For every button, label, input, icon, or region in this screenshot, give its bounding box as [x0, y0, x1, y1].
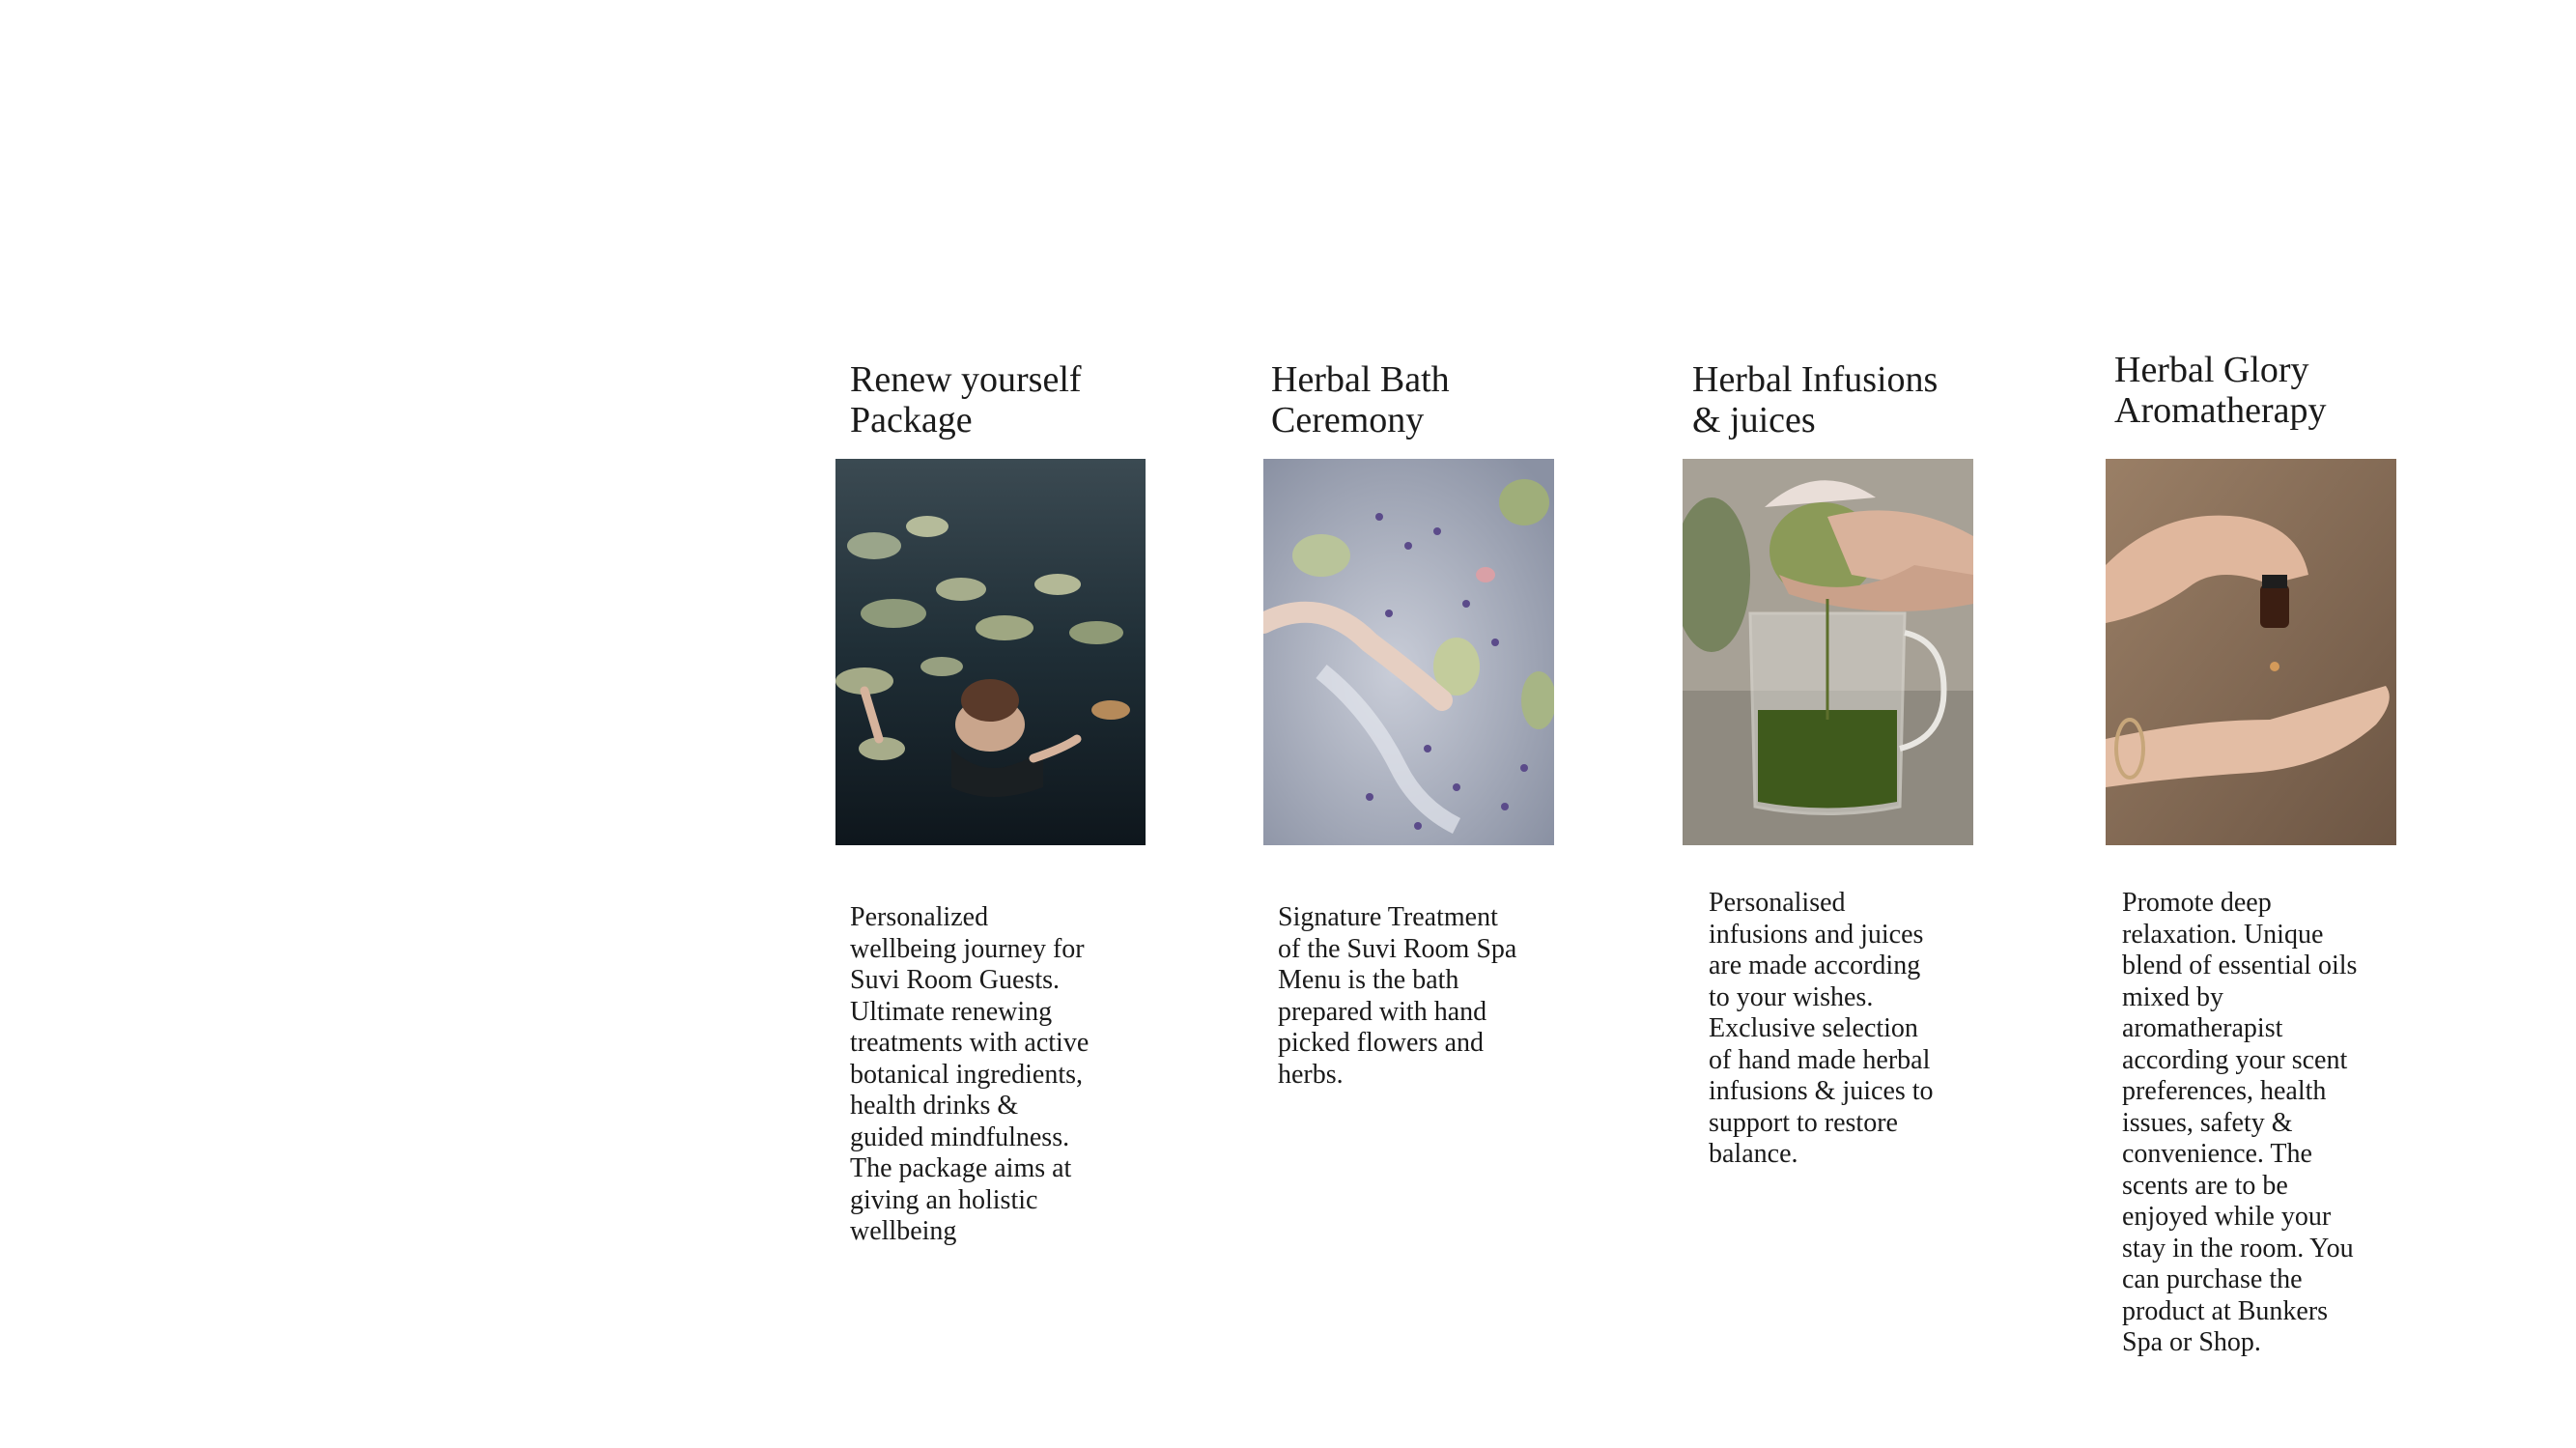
- card-title-herbal-glory: Herbal Glory Aromatherapy: [2114, 350, 2327, 431]
- card-image-renew-package[interactable]: [835, 459, 1146, 845]
- card-title-herbal-infusions: Herbal Infusions & juices: [1692, 359, 1939, 440]
- card-image-herbal-glory[interactable]: [2106, 459, 2396, 845]
- card-description-herbal-bath: Signature Treatment of the Suvi Room Spa…: [1278, 902, 1517, 1090]
- treatments-page: Renew yourself Package Personalized well…: [0, 0, 2576, 1448]
- card-image-herbal-bath[interactable]: [1263, 459, 1554, 845]
- card-title-renew-package: Renew yourself Package: [850, 359, 1082, 440]
- card-image-herbal-infusions[interactable]: [1683, 459, 1973, 845]
- card-description-herbal-glory: Promote deep relaxation. Unique blend of…: [2122, 888, 2358, 1357]
- card-title-herbal-bath: Herbal Bath Ceremony: [1271, 359, 1450, 440]
- card-description-herbal-infusions: Personalised infusions and juices are ma…: [1709, 888, 1934, 1169]
- card-description-renew-package: Personalized wellbeing journey for Suvi …: [850, 902, 1090, 1246]
